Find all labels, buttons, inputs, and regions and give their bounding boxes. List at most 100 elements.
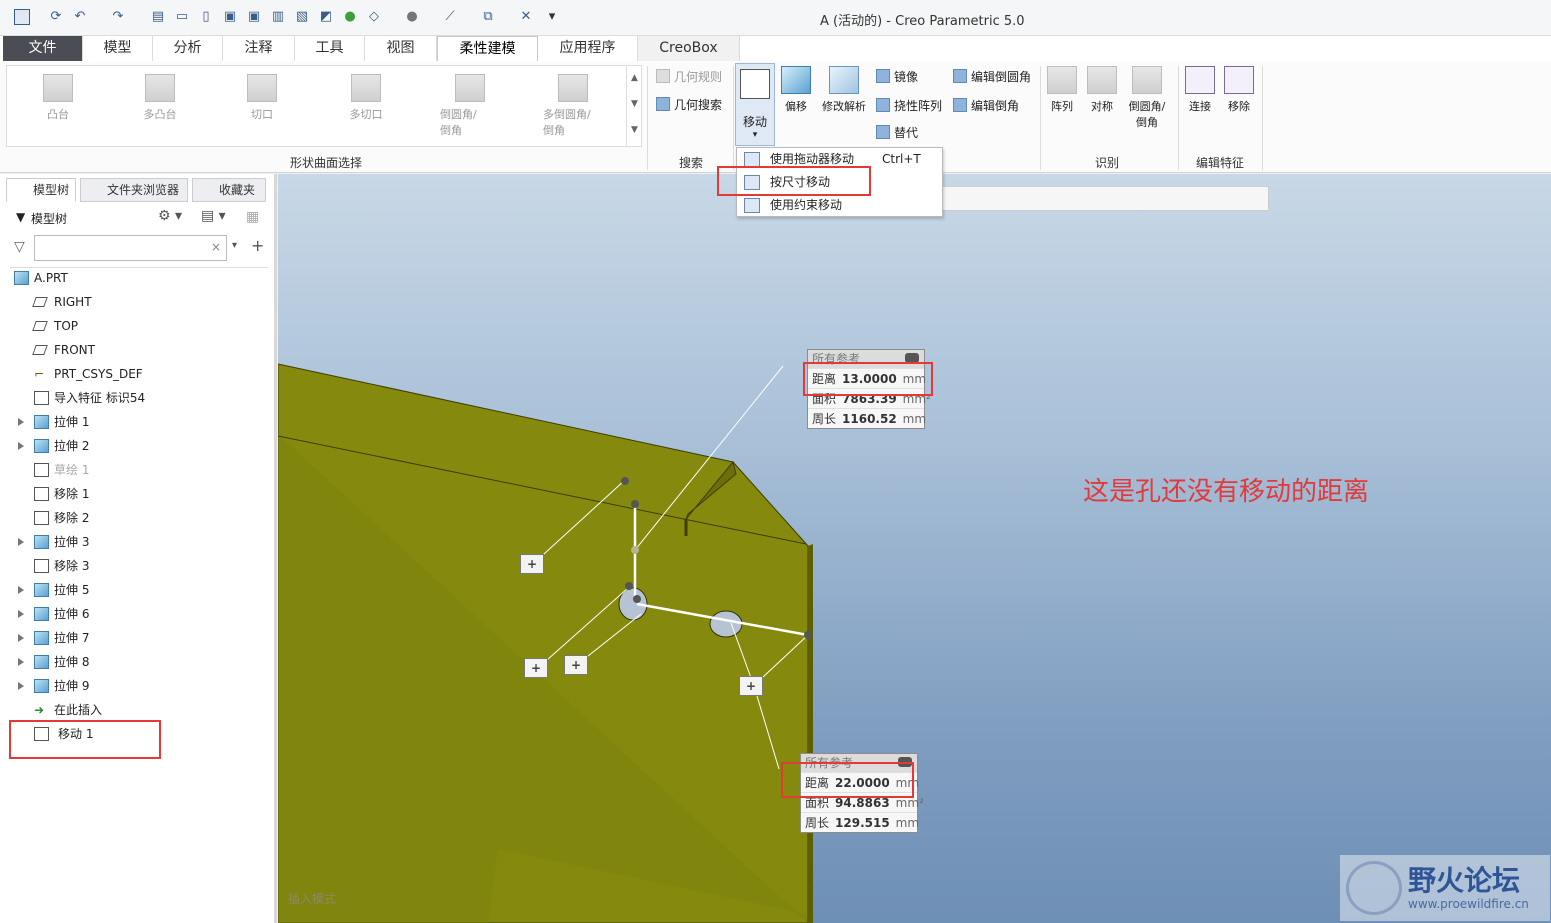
tab-tools[interactable]: 工具 [295, 36, 365, 61]
chevron-down-icon[interactable]: ▼ [16, 210, 25, 224]
tree-item[interactable]: 拉伸 8 [0, 650, 265, 674]
tab-favorites[interactable]: 收藏夹 [192, 178, 266, 202]
regenerate-icon[interactable]: ⟳ [48, 9, 64, 25]
add-dimension-handle[interactable]: + [520, 554, 544, 574]
save-icon[interactable]: ▣ [222, 9, 238, 25]
attach-button[interactable]: 连接 [1183, 66, 1217, 114]
tree-item[interactable]: 草绘 1 [0, 458, 265, 482]
window-icon[interactable]: ⧉ [480, 9, 496, 25]
expand-arrow-icon[interactable] [18, 610, 24, 618]
print-icon[interactable]: ▥ [270, 9, 286, 25]
tab-folder-browser[interactable]: 文件夹浏览器 [80, 178, 188, 202]
cut-button[interactable]: 切口 [232, 74, 292, 122]
round-chamfer-recognition-button[interactable]: 倒圆角/ 倒角 [1124, 66, 1170, 130]
multi-boss-button[interactable]: 多凸台 [130, 74, 190, 122]
tree-item[interactable]: 拉伸 9 [0, 674, 265, 698]
tab-model-tree[interactable]: 模型树 [6, 178, 76, 202]
show-icon[interactable]: ▤ ▾ [201, 208, 226, 224]
flex-pattern-button[interactable]: 挠性阵列 [876, 97, 942, 114]
tree-item[interactable]: ➜ 在此插入 [0, 698, 265, 722]
modify-analytic-button[interactable]: 修改解析 [818, 66, 870, 114]
add-dimension-handle[interactable]: + [524, 658, 548, 678]
edit-round-button[interactable]: 编辑倒圆角 [953, 68, 1031, 85]
geometry-rule-button[interactable]: 几何规则 [656, 68, 722, 85]
tree-item[interactable]: RIGHT [0, 290, 265, 314]
tree-item[interactable]: A.PRT [0, 266, 265, 290]
expand-arrow-icon[interactable] [18, 538, 24, 546]
add-icon[interactable]: + [251, 236, 264, 255]
tree-item[interactable]: ⌐ PRT_CSYS_DEF [0, 362, 265, 386]
tab-creobox[interactable]: CreoBox [638, 36, 740, 61]
tree-item[interactable]: 拉伸 2 [0, 434, 265, 458]
tree-item[interactable]: 移除 1 [0, 482, 265, 506]
tab-model[interactable]: 模型 [83, 36, 153, 61]
save-as-icon[interactable]: ▣ [246, 9, 262, 25]
filter-icon[interactable]: ▽ [14, 239, 25, 255]
expand-arrow-icon[interactable] [18, 634, 24, 642]
pattern-recognition-button[interactable]: 阵列 [1045, 66, 1079, 114]
expand-arrow-icon[interactable] [18, 658, 24, 666]
tree-item[interactable]: TOP [0, 314, 265, 338]
expand-arrow-icon[interactable] [18, 418, 24, 426]
tab-flexible-modeling[interactable]: 柔性建模 [437, 36, 538, 61]
open-icon[interactable]: ▤ [150, 9, 166, 25]
tree-item[interactable]: 拉伸 1 [0, 410, 265, 434]
tree-search-input[interactable]: × [34, 235, 227, 261]
boss-button[interactable]: 凸台 [28, 74, 88, 122]
graphics-toolbar[interactable] [938, 186, 1269, 211]
move-button[interactable]: 移动 ▾ [735, 63, 775, 146]
new-icon[interactable]: ▯ [198, 9, 214, 25]
expand-arrow-icon[interactable] [18, 682, 24, 690]
folder-icon[interactable]: ▭ [174, 9, 190, 25]
tree-item[interactable]: 导入特征 标识54 [0, 386, 265, 410]
tree-item[interactable]: 拉伸 3 [0, 530, 265, 554]
edit-chamfer-button[interactable]: 编辑倒角 [953, 97, 1019, 114]
tool-icon[interactable]: ◩ [318, 9, 334, 25]
tab-view[interactable]: 视图 [365, 36, 437, 61]
tree-item[interactable]: FRONT [0, 338, 265, 362]
multi-cut-button[interactable]: 多切口 [336, 74, 396, 122]
gallery-scrollbar[interactable]: ▲ ▼ ▼ [626, 65, 642, 147]
remove-button[interactable]: 移除 [1222, 66, 1256, 114]
undo-icon[interactable]: ↶ [72, 9, 88, 25]
offset-button[interactable]: 偏移 [780, 66, 812, 114]
highlight-box-distance-13 [803, 362, 933, 396]
tree-item[interactable]: 拉伸 5 [0, 578, 265, 602]
clear-icon[interactable]: × [211, 240, 221, 254]
replace-button[interactable]: 替代 [876, 124, 918, 141]
tree-item[interactable]: 拉伸 6 [0, 602, 265, 626]
tab-analysis[interactable]: 分析 [153, 36, 223, 61]
tree-item[interactable]: 拉伸 7 [0, 626, 265, 650]
hole-2[interactable] [709, 610, 743, 638]
highlight-box-move-by-dimension [717, 166, 871, 196]
expand-arrow-icon[interactable] [18, 442, 24, 450]
round-chamfer-button[interactable]: 倒圆角/ 倒角 [440, 74, 500, 138]
add-dimension-handle[interactable]: + [739, 676, 763, 696]
measure-icon[interactable]: ⟋ [442, 9, 458, 25]
symmetry-recognition-button[interactable]: 对称 [1085, 66, 1119, 114]
menu-item-move-with-constraints[interactable]: 使用约束移动 [737, 194, 942, 217]
graphics-window[interactable]: + + + + 所有参考 距离 13.0000 mm 面积 7863.39 mm² 周长… [278, 174, 1551, 923]
close-window-icon[interactable]: ▧ [294, 9, 310, 25]
tab-annotate[interactable]: 注释 [223, 36, 295, 61]
expand-arrow-icon[interactable] [18, 586, 24, 594]
close-icon[interactable]: ✕ [518, 9, 534, 25]
tree-item[interactable]: 移除 3 [0, 554, 265, 578]
tree-item-label: 拉伸 7 [54, 631, 90, 645]
columns-icon[interactable]: ▦ [246, 209, 259, 225]
app-menu-icon[interactable] [14, 9, 30, 25]
tree-item[interactable]: 移除 2 [0, 506, 265, 530]
mirror-button[interactable]: 镜像 [876, 68, 918, 85]
customize-chevron-down-icon[interactable]: ▾ [544, 9, 560, 25]
view-cube-icon[interactable]: ◇ [366, 9, 382, 25]
settings-icon[interactable]: ⚙ ▾ [158, 208, 182, 224]
multi-round-chamfer-button[interactable]: 多倒圆角/ 倒角 [543, 74, 603, 138]
tab-file[interactable]: 文件 [3, 36, 83, 61]
green-dot-icon[interactable]: ● [342, 9, 358, 25]
add-dimension-handle[interactable]: + [564, 655, 588, 675]
geometry-search-button[interactable]: 几何搜索 [656, 96, 722, 113]
tab-applications[interactable]: 应用程序 [538, 36, 638, 61]
redo-icon[interactable]: ↷ [110, 9, 126, 25]
sphere-icon[interactable]: ● [404, 9, 420, 25]
chevron-down-icon[interactable]: ▾ [232, 240, 237, 251]
